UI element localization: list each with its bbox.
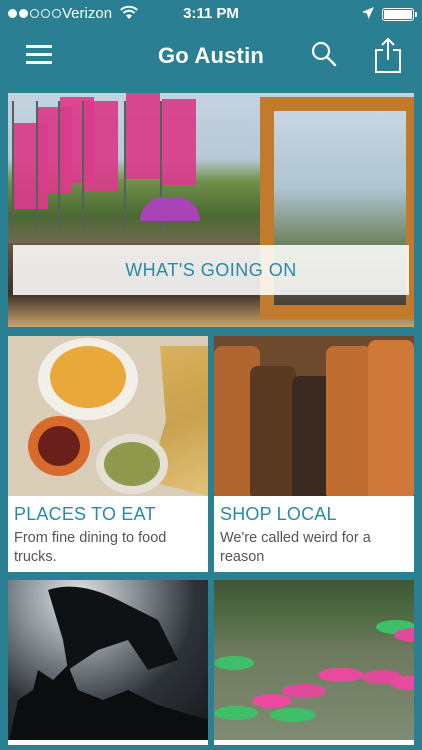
share-icon[interactable] (373, 36, 403, 74)
food-photo (8, 336, 208, 496)
status-time: 3:11 PM (183, 5, 239, 22)
places-to-eat-card[interactable]: PLACES TO EAT From fine dining to food t… (8, 336, 208, 572)
shop-local-card[interactable]: SHOP LOCAL We're called weird for a reas… (214, 336, 414, 572)
boots-photo (214, 336, 414, 496)
whats-going-on-banner[interactable]: WHAT'S GOING ON (8, 93, 414, 327)
page-title: Go Austin (157, 43, 265, 68)
whats-going-on-label: WHAT'S GOING ON (13, 245, 409, 295)
location-arrow-icon (362, 7, 374, 19)
search-icon[interactable] (310, 40, 338, 68)
card-description: From fine dining to food trucks. (14, 530, 167, 565)
status-bar: Verizon 3:11 PM (0, 0, 422, 28)
river-tubing-photo (214, 580, 414, 740)
card-title: SHOP LOCAL (220, 504, 337, 524)
music-card[interactable] (8, 580, 208, 745)
card-title: PLACES TO EAT (14, 504, 156, 524)
navigation-bar: Go Austin (0, 28, 422, 84)
card-description: We're called weird for a reason (220, 530, 371, 565)
battery-icon (382, 8, 417, 21)
outdoors-card[interactable] (214, 580, 414, 745)
concert-photo (8, 580, 208, 740)
